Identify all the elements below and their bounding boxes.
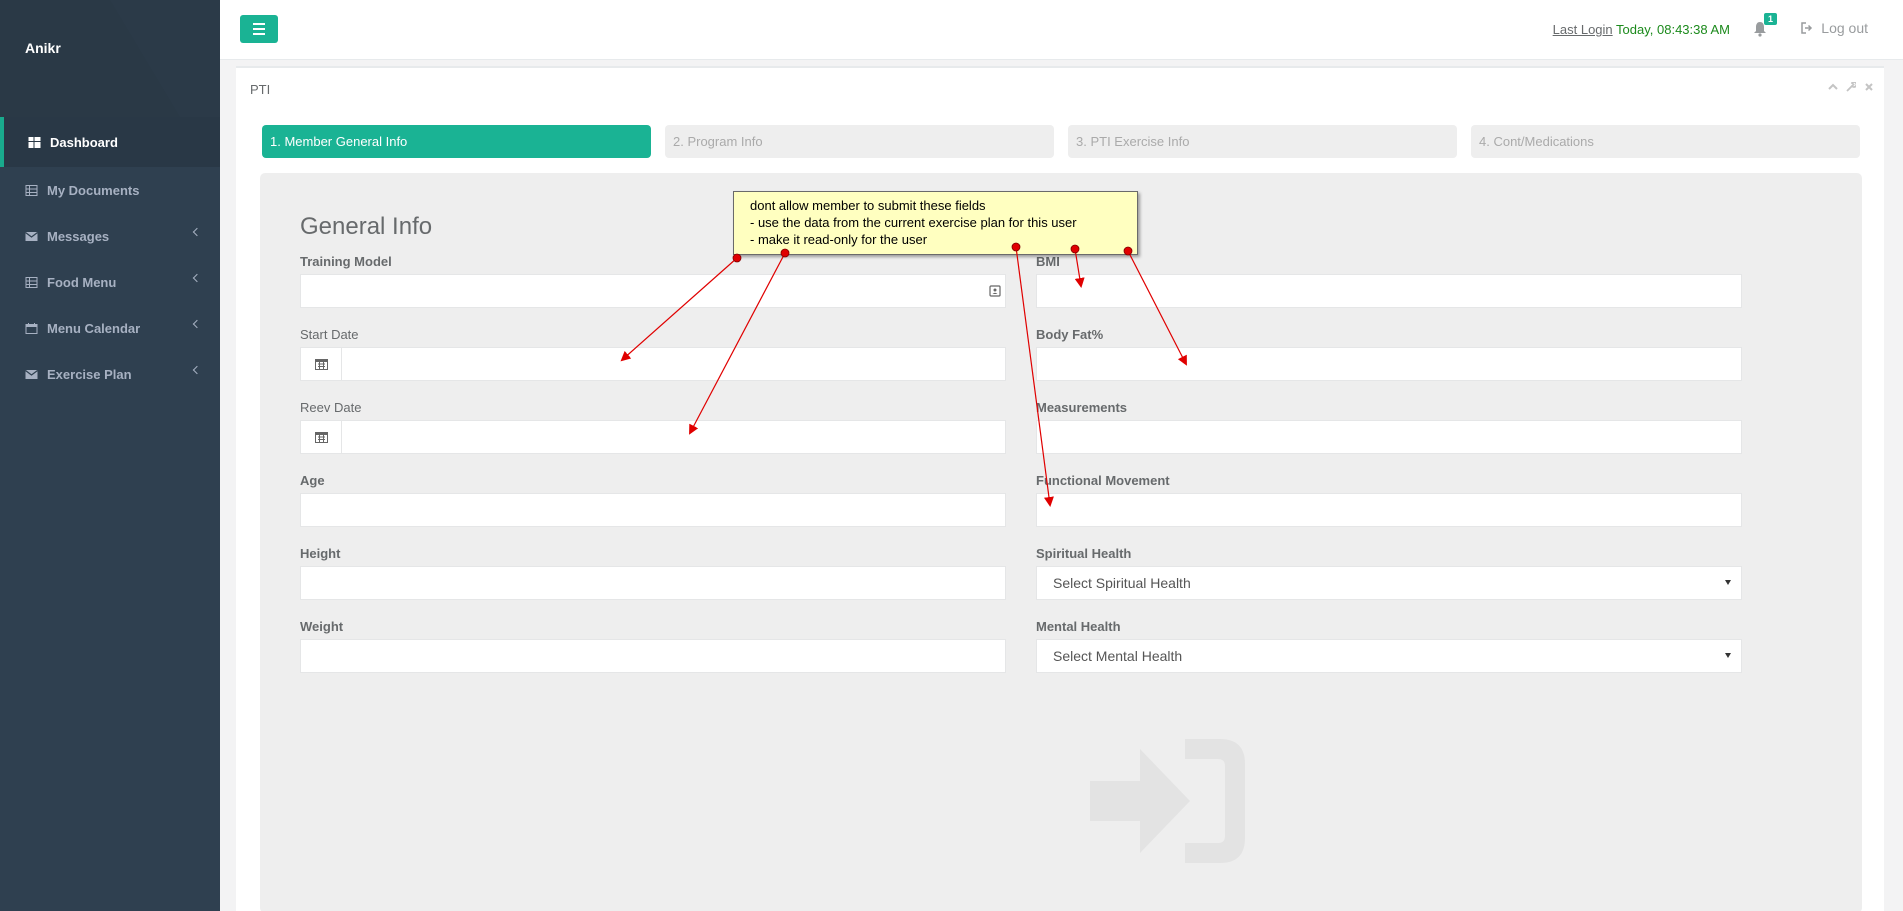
sidebar-nav: Dashboard My Documents Messages Food Men… [0,117,220,397]
functional-movement-input[interactable] [1036,493,1742,527]
sidebar-item-label: Menu Calendar [47,320,141,336]
step-pti-exercise-info[interactable]: 3. PTI Exercise Info [1068,125,1457,158]
last-login-info: Last Login Today, 08:43:38 AM [1553,22,1730,37]
spiritual-health-select[interactable]: Select Spiritual Health [1036,566,1742,600]
chevron-up-icon[interactable] [1828,82,1838,92]
mental-health-placeholder: Select Mental Health [1053,648,1183,664]
reev-date-calendar-button[interactable] [300,420,342,454]
calendar-icon [314,432,328,443]
last-login-label[interactable]: Last Login [1553,22,1613,37]
contact-card-icon [989,285,1001,297]
sidebar-item-label: Messages [47,228,110,244]
panel-tools [1828,82,1874,92]
wrench-icon[interactable] [1846,82,1856,92]
step-program-info[interactable]: 2. Program Info [665,125,1054,158]
height-label: Height [300,546,341,561]
menu-toggle-button[interactable] [240,15,278,43]
sidebar-item-label: My Documents [47,182,140,198]
measurements-label: Measurements [1036,400,1128,415]
bmi-input[interactable] [1036,274,1742,308]
weight-label: Weight [300,619,344,634]
chevron-left-icon [192,365,202,375]
calendar-icon [25,322,38,334]
step-member-general-info[interactable]: 1. Member General Info [262,125,651,158]
annotation-note: dont allow member to submit these fields… [733,191,1138,255]
caret-down-icon [1725,580,1731,585]
sidebar-item-my-documents[interactable]: My Documents [0,167,220,213]
sidebar-header: Anikr [0,0,220,117]
height-input[interactable] [300,566,1006,600]
reev-date-label: Reev Date [300,400,362,415]
sign-out-icon [1801,22,1813,34]
chevron-left-icon [192,227,202,237]
step-cont-medications[interactable]: 4. Cont/Medications [1471,125,1860,158]
sign-in-icon [1090,739,1245,863]
calendar-icon [314,359,328,370]
dashboard-icon [28,136,41,148]
sidebar-item-exercise-plan[interactable]: Exercise Plan [0,351,220,397]
sidebar-item-label: Dashboard [50,134,118,150]
annotation-line-2: - use the data from the current exercise… [750,215,1077,230]
sidebar-item-label: Food Menu [47,274,117,290]
age-input[interactable] [300,493,1006,527]
weight-input[interactable] [300,639,1006,673]
panel-title: PTI [250,82,271,97]
sidebar: Anikr Dashboard My Documents Messages Fo… [0,0,220,911]
spiritual-health-placeholder: Select Spiritual Health [1053,575,1191,591]
training-model-label: Training Model [300,254,392,269]
sidebar-item-messages[interactable]: Messages [0,213,220,259]
envelope-icon [25,369,38,379]
body-fat-label: Body Fat% [1036,327,1104,342]
sidebar-item-food-menu[interactable]: Food Menu [0,259,220,305]
wizard-steps: 1. Member General Info 2. Program Info 3… [262,125,1860,158]
chevron-left-icon [192,319,202,329]
sidebar-item-menu-calendar[interactable]: Menu Calendar [0,305,220,351]
brand-name[interactable]: Anikr [25,40,61,56]
spiritual-health-label: Spiritual Health [1036,546,1132,561]
close-icon[interactable] [1864,82,1874,92]
caret-down-icon [1725,653,1731,658]
table-icon [25,276,38,288]
training-model-input[interactable] [300,274,1006,308]
start-date-calendar-button[interactable] [300,347,342,381]
body-fat-input[interactable] [1036,347,1742,381]
start-date-input[interactable] [341,347,1006,381]
top-navbar: Last Login Today, 08:43:38 AM 1 Log out [220,0,1903,60]
measurements-input[interactable] [1036,420,1742,454]
mental-health-label: Mental Health [1036,619,1121,634]
table-icon [25,184,38,196]
form-content: General Info Training Model Start Date R… [260,173,1862,911]
envelope-icon [25,231,38,241]
reev-date-input[interactable] [341,420,1006,454]
sidebar-item-label: Exercise Plan [47,366,132,382]
bmi-label: BMI [1036,254,1060,269]
chevron-left-icon [192,273,202,283]
notification-badge[interactable]: 1 [1763,13,1777,25]
logout-link[interactable]: Log out [1801,20,1868,36]
annotation-line-3: - make it read-only for the user [750,232,928,247]
section-title: General Info [300,213,433,240]
mental-health-select[interactable]: Select Mental Health [1036,639,1742,673]
age-label: Age [300,473,325,488]
start-date-label: Start Date [300,327,359,342]
annotation-line-1: dont allow member to submit these fields [750,198,986,213]
functional-movement-label: Functional Movement [1036,473,1170,488]
logout-label: Log out [1821,20,1868,36]
last-login-value: Today, 08:43:38 AM [1616,22,1730,37]
sidebar-item-dashboard[interactable]: Dashboard [0,117,220,167]
